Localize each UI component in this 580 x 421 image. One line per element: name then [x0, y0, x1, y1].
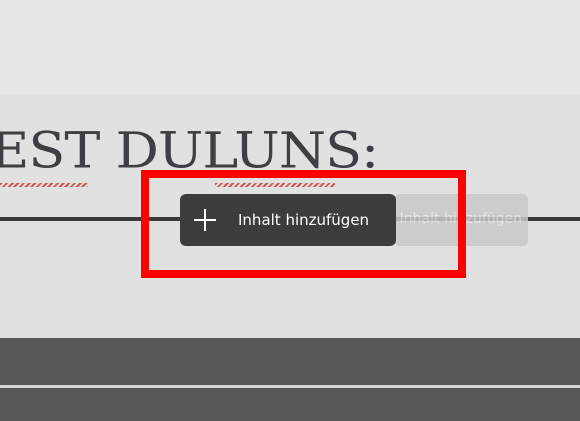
spellcheck-underline: [0, 183, 88, 187]
add-content-label: Inhalt hinzufügen: [238, 211, 370, 229]
plus-icon: [194, 209, 216, 231]
footer-divider: [0, 385, 580, 388]
spellcheck-underline: [215, 183, 335, 187]
ghost-add-content-label: Inhalt hinzufügen: [399, 211, 522, 227]
upper-section: [0, 0, 580, 95]
ghost-add-content-button: Inhalt hinzufügen: [394, 194, 528, 246]
footer-bar: [0, 338, 580, 421]
add-content-button[interactable]: Inhalt hinzufügen: [180, 194, 396, 246]
page-heading: EST DULUNS:: [0, 121, 379, 180]
